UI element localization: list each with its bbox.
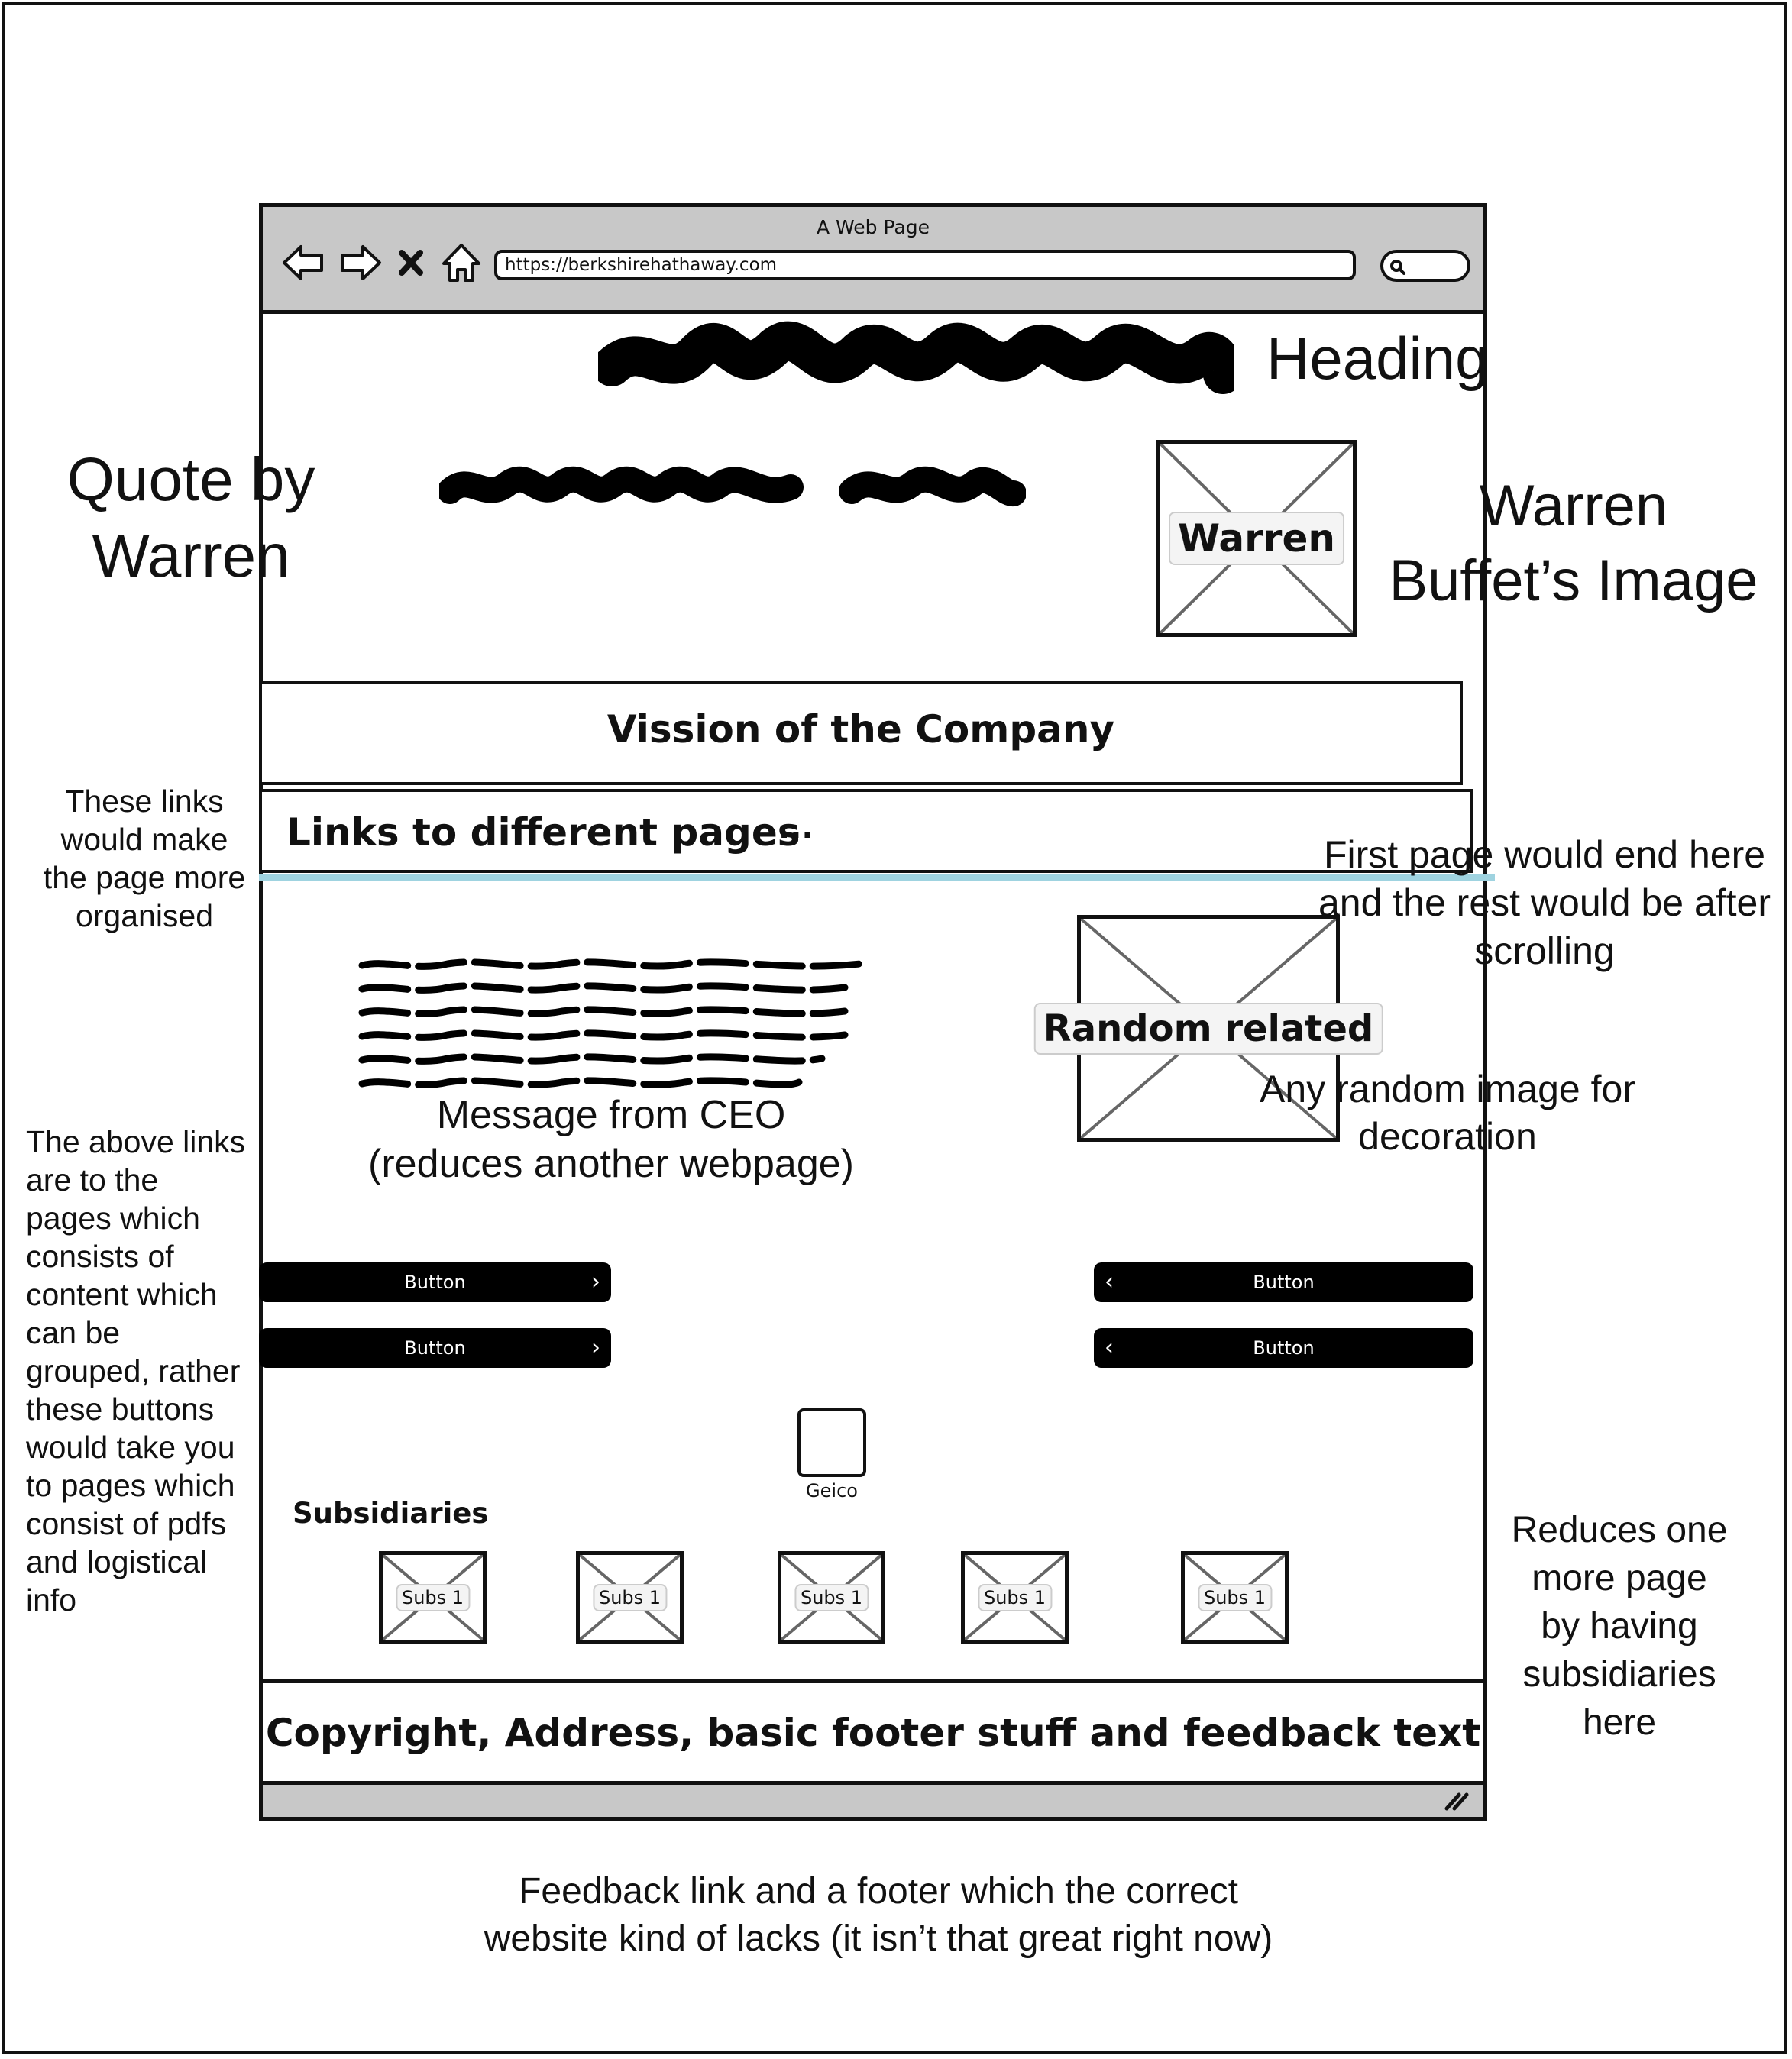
links-bar-more[interactable]: ... bbox=[778, 810, 814, 845]
address-bar[interactable]: https://berkshirehathaway.com bbox=[494, 250, 1356, 280]
subsidiary-label: Subs 1 bbox=[395, 1583, 471, 1611]
annotation-line: organised bbox=[75, 898, 214, 933]
subsidiary-1[interactable]: Subs 1 bbox=[379, 1551, 487, 1644]
ceo-caption-line-1: Message from CEO bbox=[436, 1093, 786, 1137]
annotation-line: The above links bbox=[26, 1124, 246, 1159]
subsidiary-label: Subs 1 bbox=[1197, 1583, 1273, 1611]
back-arrow-icon[interactable] bbox=[281, 241, 325, 285]
annotation-quote-line-1: Quote by bbox=[66, 445, 315, 513]
annotation-line: these buttons bbox=[26, 1392, 215, 1427]
subsidiary-label: Subs 1 bbox=[977, 1583, 1053, 1611]
ceo-message-scribble bbox=[358, 958, 864, 1088]
subsidiary-label: Subs 1 bbox=[592, 1583, 668, 1611]
annotation-quote: Quote by Warren bbox=[46, 441, 336, 594]
annotation-line: pages which bbox=[26, 1201, 200, 1236]
vision-section: Vission of the Company bbox=[259, 681, 1463, 785]
subsidiary-2[interactable]: Subs 1 bbox=[576, 1551, 684, 1644]
chevron-right-icon: › bbox=[591, 1334, 600, 1361]
annotation-line: info bbox=[26, 1582, 77, 1618]
window-title: A Web Page bbox=[816, 216, 930, 238]
subsidiary-4[interactable]: Subs 1 bbox=[961, 1551, 1069, 1644]
browser-search-box[interactable] bbox=[1380, 250, 1470, 282]
annotation-heading: Heading bbox=[1266, 325, 1489, 392]
button-label: Button bbox=[404, 1272, 466, 1293]
annotation-warren-line-2: Buffet’s Image bbox=[1389, 548, 1758, 613]
ceo-caption-line-2: (reduces another webpage) bbox=[368, 1142, 854, 1186]
annotation-line: decoration bbox=[1358, 1115, 1537, 1158]
home-icon[interactable] bbox=[439, 241, 484, 285]
annotation-warren-image: Warren Buffet’s Image bbox=[1367, 469, 1780, 619]
annotation-warren-line-1: Warren bbox=[1479, 474, 1668, 538]
forward-arrow-icon[interactable] bbox=[338, 241, 383, 285]
heading-scribble bbox=[598, 321, 1234, 394]
annotation-line: to pages which bbox=[26, 1468, 235, 1503]
chevron-left-icon: ‹ bbox=[1105, 1269, 1114, 1295]
annotation-line: are to the bbox=[26, 1162, 159, 1198]
subsidiary-5[interactable]: Subs 1 bbox=[1181, 1551, 1289, 1644]
annotation-line: Feedback link and a footer which the cor… bbox=[519, 1871, 1238, 1912]
annotation-line: consists of bbox=[26, 1239, 174, 1274]
chevron-right-icon: › bbox=[591, 1269, 600, 1295]
right-nav-button-2[interactable]: ‹ Button bbox=[1094, 1328, 1473, 1368]
resize-grip-icon[interactable] bbox=[1444, 1789, 1470, 1812]
annotation-decoration: Any random image for decoration bbox=[1230, 1065, 1665, 1160]
button-label: Button bbox=[1253, 1337, 1315, 1359]
links-bar-label[interactable]: Links to different pages bbox=[286, 810, 801, 855]
annotation-line: These links bbox=[65, 784, 224, 819]
annotation-line: can be bbox=[26, 1315, 121, 1350]
annotation-line: by having bbox=[1541, 1606, 1698, 1647]
annotation-footer: Feedback link and a footer which the cor… bbox=[382, 1868, 1375, 1963]
annotation-line: would take you bbox=[26, 1430, 235, 1465]
subsidiary-label: Subs 1 bbox=[794, 1583, 869, 1611]
random-image-label: Random related bbox=[1033, 1002, 1383, 1055]
annotation-line: more page bbox=[1532, 1558, 1707, 1598]
page-footer: Copyright, Address, basic footer stuff a… bbox=[259, 1679, 1487, 1785]
annotation-first-page: First page would end here and the rest w… bbox=[1291, 831, 1792, 975]
subsidiaries-title: Subsidiaries bbox=[293, 1497, 489, 1530]
annotation-subsidiaries: Reduces one more page by having subsidia… bbox=[1497, 1506, 1742, 1747]
annotation-line: Reduces one bbox=[1511, 1510, 1728, 1550]
close-icon[interactable] bbox=[396, 241, 426, 285]
search-icon bbox=[1390, 260, 1405, 275]
annotation-quote-line-2: Warren bbox=[92, 522, 290, 590]
right-nav-button-1[interactable]: ‹ Button bbox=[1094, 1262, 1473, 1302]
warren-image: Warren bbox=[1156, 440, 1357, 637]
browser-titlebar: A Web Page https://berkshirehathaway.com bbox=[263, 207, 1483, 314]
button-label: Button bbox=[404, 1337, 466, 1359]
quote-scribble bbox=[439, 466, 1026, 506]
warren-image-label: Warren bbox=[1169, 512, 1344, 565]
annotation-buttons: The above links are to the pages which c… bbox=[26, 1123, 255, 1619]
annotation-links: These links would make the page more org… bbox=[23, 782, 266, 935]
geico-logo-box[interactable] bbox=[797, 1408, 866, 1477]
annotation-line: grouped, rather bbox=[26, 1353, 241, 1388]
button-label: Button bbox=[1253, 1272, 1315, 1293]
chevron-left-icon: ‹ bbox=[1105, 1334, 1114, 1361]
annotation-line: consist of pdfs bbox=[26, 1506, 227, 1541]
annotation-line: the page more bbox=[43, 860, 246, 895]
annotation-line: would make bbox=[60, 822, 228, 857]
annotation-line: subsidiaries bbox=[1522, 1654, 1716, 1695]
annotation-line: First page would end here bbox=[1323, 833, 1766, 876]
subsidiary-3[interactable]: Subs 1 bbox=[778, 1551, 885, 1644]
annotation-line: Any random image for bbox=[1260, 1068, 1635, 1110]
annotation-line: content which bbox=[26, 1277, 218, 1312]
geico-label[interactable]: Geico bbox=[764, 1480, 900, 1501]
vision-label: Vission of the Company bbox=[606, 707, 1115, 752]
annotation-line: and the rest would be after bbox=[1318, 881, 1771, 924]
annotation-line: and logistical bbox=[26, 1544, 208, 1579]
left-nav-button-2[interactable]: Button › bbox=[259, 1328, 611, 1368]
annotation-line: here bbox=[1582, 1702, 1657, 1743]
footer-label: Copyright, Address, basic footer stuff a… bbox=[265, 1711, 1481, 1755]
annotation-line: website kind of lacks (it isn’t that gre… bbox=[484, 1918, 1273, 1959]
ceo-message-caption: Message from CEO (reduces another webpag… bbox=[336, 1091, 886, 1188]
annotation-line: scrolling bbox=[1474, 929, 1615, 972]
left-nav-button-1[interactable]: Button › bbox=[259, 1262, 611, 1302]
